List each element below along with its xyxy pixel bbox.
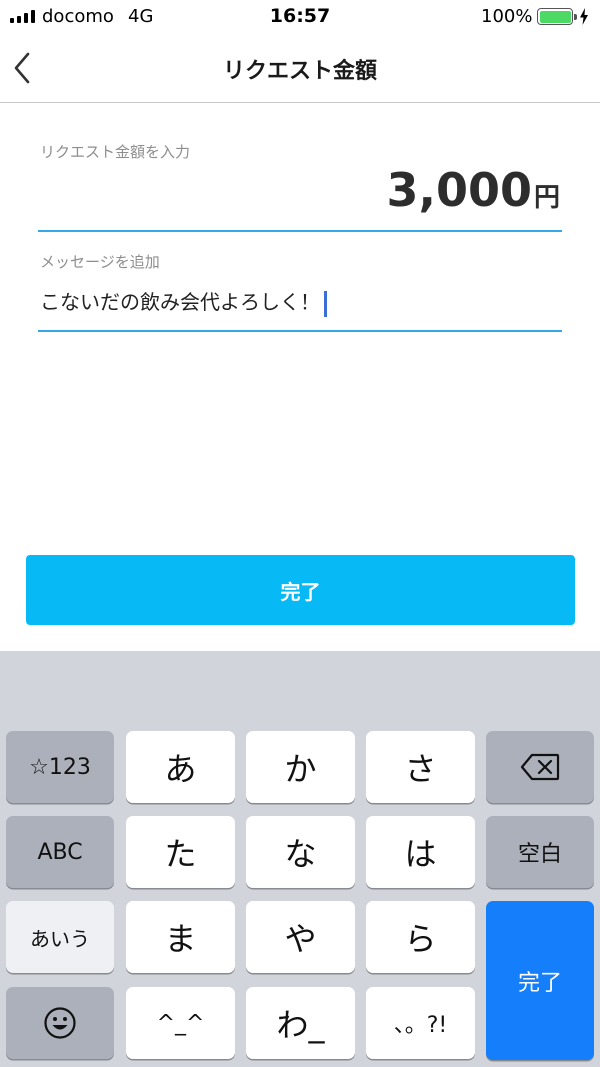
status-bar: docomo 4G 16:57 100% [0,0,600,34]
key-sa[interactable]: さ [366,731,475,803]
emoji-face-icon [44,1007,76,1039]
done-button[interactable]: 完了 [26,555,575,625]
message-input[interactable]: こないだの飲み会代よろしく！ [38,272,562,332]
key-ra[interactable]: ら [366,901,475,973]
key-a[interactable]: あ [126,731,235,803]
key-ka[interactable]: か [246,731,355,803]
text-cursor [324,290,327,317]
message-label: メッセージを追加 [40,253,160,271]
battery-icon [537,8,577,25]
key-emoji[interactable] [6,987,114,1059]
key-ma[interactable]: ま [126,901,235,973]
amount-input[interactable]: 3,000円 [38,158,562,232]
key-wa[interactable]: わ_ [246,987,355,1059]
japanese-keyboard: ☆123 あ か さ ABC た な は 空白 あいう ま や ら 完了 ^_^… [0,651,600,1067]
message-text-wrap: こないだの飲み会代よろしく！ [40,286,327,317]
key-return[interactable]: 完了 [486,901,594,1060]
key-alphabet-mode[interactable]: ABC [6,816,114,888]
navigation-bar: リクエスト金額 [0,34,600,103]
key-kana-mode[interactable]: あいう [6,901,114,973]
key-number-mode[interactable]: ☆123 [6,731,114,803]
key-kaomoji[interactable]: ^_^ [126,987,235,1059]
key-ta[interactable]: た [126,816,235,888]
key-ha[interactable]: は [366,816,475,888]
battery-percent: 100% [481,6,533,27]
key-ya[interactable]: や [246,901,355,973]
key-delete[interactable] [486,731,594,803]
amount-unit: 円 [533,183,560,213]
message-value: こないだの飲み会代よろしく！ [40,290,320,314]
charging-bolt-icon [580,8,588,25]
key-space[interactable]: 空白 [486,816,594,888]
amount-value: 3,000 [386,163,532,217]
key-na[interactable]: な [246,816,355,888]
backspace-icon [520,753,560,781]
page-title: リクエスト金額 [222,59,377,84]
key-punctuation[interactable]: 、。?! [366,987,475,1059]
